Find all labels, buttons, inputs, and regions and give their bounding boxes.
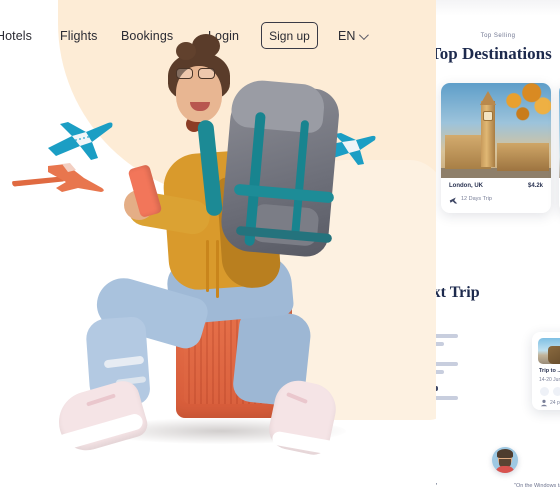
testimonial-quote: "On the Windows tas <box>514 483 560 489</box>
big-ben-clock-face <box>483 111 493 121</box>
body-text-placeholder-1 <box>436 334 458 338</box>
body-text-placeholder-2 <box>436 342 444 346</box>
people-icon <box>540 399 548 407</box>
destination-duration: 12 Days Trip <box>461 196 492 202</box>
destination-card-meta: London, UK $4.2k 12 Days Trip <box>441 178 551 213</box>
hero-section: Hotels Flights Bookings Login Sign up EN… <box>0 0 436 500</box>
hair-bun-secondary <box>176 42 196 60</box>
language-selector[interactable]: EN <box>338 22 370 50</box>
page-preview-panel: Top Selling Top Destinations London, UK … <box>436 0 560 500</box>
plane-orange-icon <box>48 163 104 192</box>
rocky-coast <box>548 346 560 364</box>
sunglasses-lens-right <box>198 68 215 79</box>
chevron-down-icon <box>359 29 370 40</box>
avatar <box>492 447 518 473</box>
backpack-lid <box>230 78 326 134</box>
language-label: EN <box>338 29 356 43</box>
sunglasses-lens-left <box>176 68 193 79</box>
destination-card-image <box>441 83 551 178</box>
trip-card-chip-2[interactable] <box>553 387 560 396</box>
body-text-placeholder-3 <box>436 362 458 366</box>
trip-card-date: 14-20 Jun <box>539 377 560 383</box>
nav-link-hotels[interactable]: Hotels <box>0 22 32 50</box>
parliament-building-right <box>497 143 549 171</box>
hoodie-drawstring-left <box>206 240 209 292</box>
nav-link-bookings[interactable]: Bookings <box>121 22 173 50</box>
destinations-title: Top Destinations <box>436 44 552 63</box>
destinations-eyebrow: Top Selling <box>480 33 516 39</box>
next-trip-title: Next Trip ps <box>436 282 560 326</box>
body-heading-placeholder <box>436 386 438 391</box>
body-text-placeholder-5 <box>436 396 458 400</box>
trip-card-people: 24 pe... <box>550 400 560 406</box>
next-trip-title-line1: Next Trip <box>436 284 480 301</box>
avatar-hair <box>497 449 513 458</box>
destination-name: London, UK <box>449 183 483 189</box>
page-root: Hotels Flights Bookings Login Sign up EN… <box>0 0 560 500</box>
plane-icon <box>449 197 458 204</box>
avatar-shirt <box>495 466 515 473</box>
trip-card-image <box>538 338 560 364</box>
hoodie-drawstring-right <box>216 240 219 298</box>
plane-teal-icon <box>48 122 113 160</box>
signup-button[interactable]: Sign up <box>261 22 318 49</box>
destination-price: $4.2k <box>527 183 543 189</box>
destination-card-london[interactable]: London, UK $4.2k 12 Days Trip <box>441 83 551 213</box>
trip-card-chip-1[interactable] <box>540 387 549 396</box>
hair-bun <box>192 34 220 58</box>
trip-card-title: Trip to ... <box>539 368 560 374</box>
trip-card[interactable]: Trip to ... 14-20 Jun 24 pe... <box>532 332 560 410</box>
panel-top-fade <box>436 0 560 16</box>
sunglasses-icon <box>176 68 220 79</box>
autumn-leaves <box>497 83 551 127</box>
nav-link-flights[interactable]: Flights <box>60 22 98 50</box>
body-text-placeholder-4 <box>436 370 444 374</box>
